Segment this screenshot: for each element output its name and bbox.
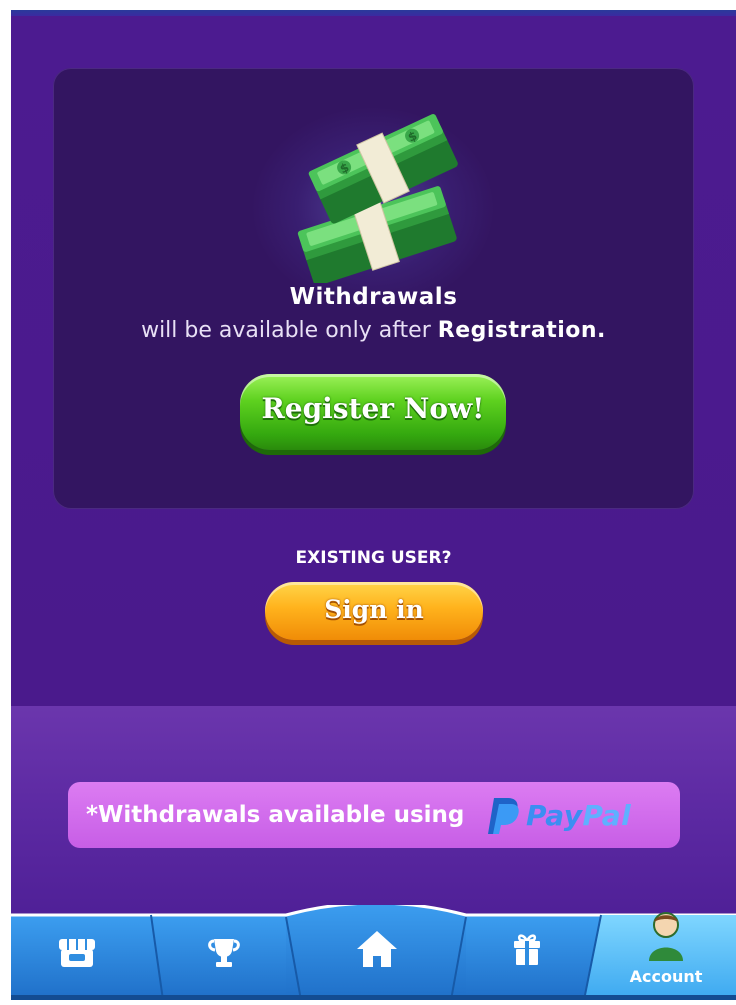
bottom-nav-bar: Account	[11, 905, 736, 1000]
account-label: Account	[629, 967, 703, 986]
paypal-info-text: *Withdrawals available using	[86, 802, 465, 828]
gift-icon	[514, 934, 540, 965]
nav-home-tab[interactable]	[291, 905, 461, 1000]
withdrawals-card: $ $ $ Withdrawals will be available only…	[53, 68, 694, 509]
withdrawals-subtitle: will be available only after Registratio…	[53, 318, 694, 343]
withdrawals-title: Withdrawals	[289, 284, 458, 310]
paypal-logo: PayPal	[482, 794, 631, 836]
subtitle-text: will be available only after	[141, 318, 431, 343]
sign-in-button[interactable]: Sign in	[265, 582, 483, 640]
nav-gift-tab[interactable]	[461, 905, 596, 1000]
nav-shop-tab[interactable]	[11, 905, 156, 1000]
paypal-info-banner: *Withdrawals available using PayPal	[68, 782, 680, 848]
paypal-p-icon	[488, 798, 519, 834]
register-now-button[interactable]: Register Now!	[240, 374, 506, 450]
shop-icon	[59, 939, 95, 967]
account-icon	[649, 912, 683, 961]
paypal-word-pay: Pay	[526, 798, 583, 832]
game-screen: $ $ $ Withdrawals will be available only…	[11, 10, 736, 1000]
home-icon	[357, 931, 397, 967]
paypal-word-pal: Pal	[582, 798, 632, 832]
cash-stack-icon: $ $ $	[297, 114, 458, 283]
paypal-wordmark: PayPal	[526, 799, 631, 832]
nav-account-tab[interactable]: Account	[596, 905, 736, 1000]
existing-user-label: EXISTING USER?	[295, 548, 452, 568]
subtitle-registration: Registration.	[437, 318, 606, 343]
nav-trophy-tab[interactable]	[156, 905, 291, 1000]
trophy-icon	[208, 939, 240, 967]
